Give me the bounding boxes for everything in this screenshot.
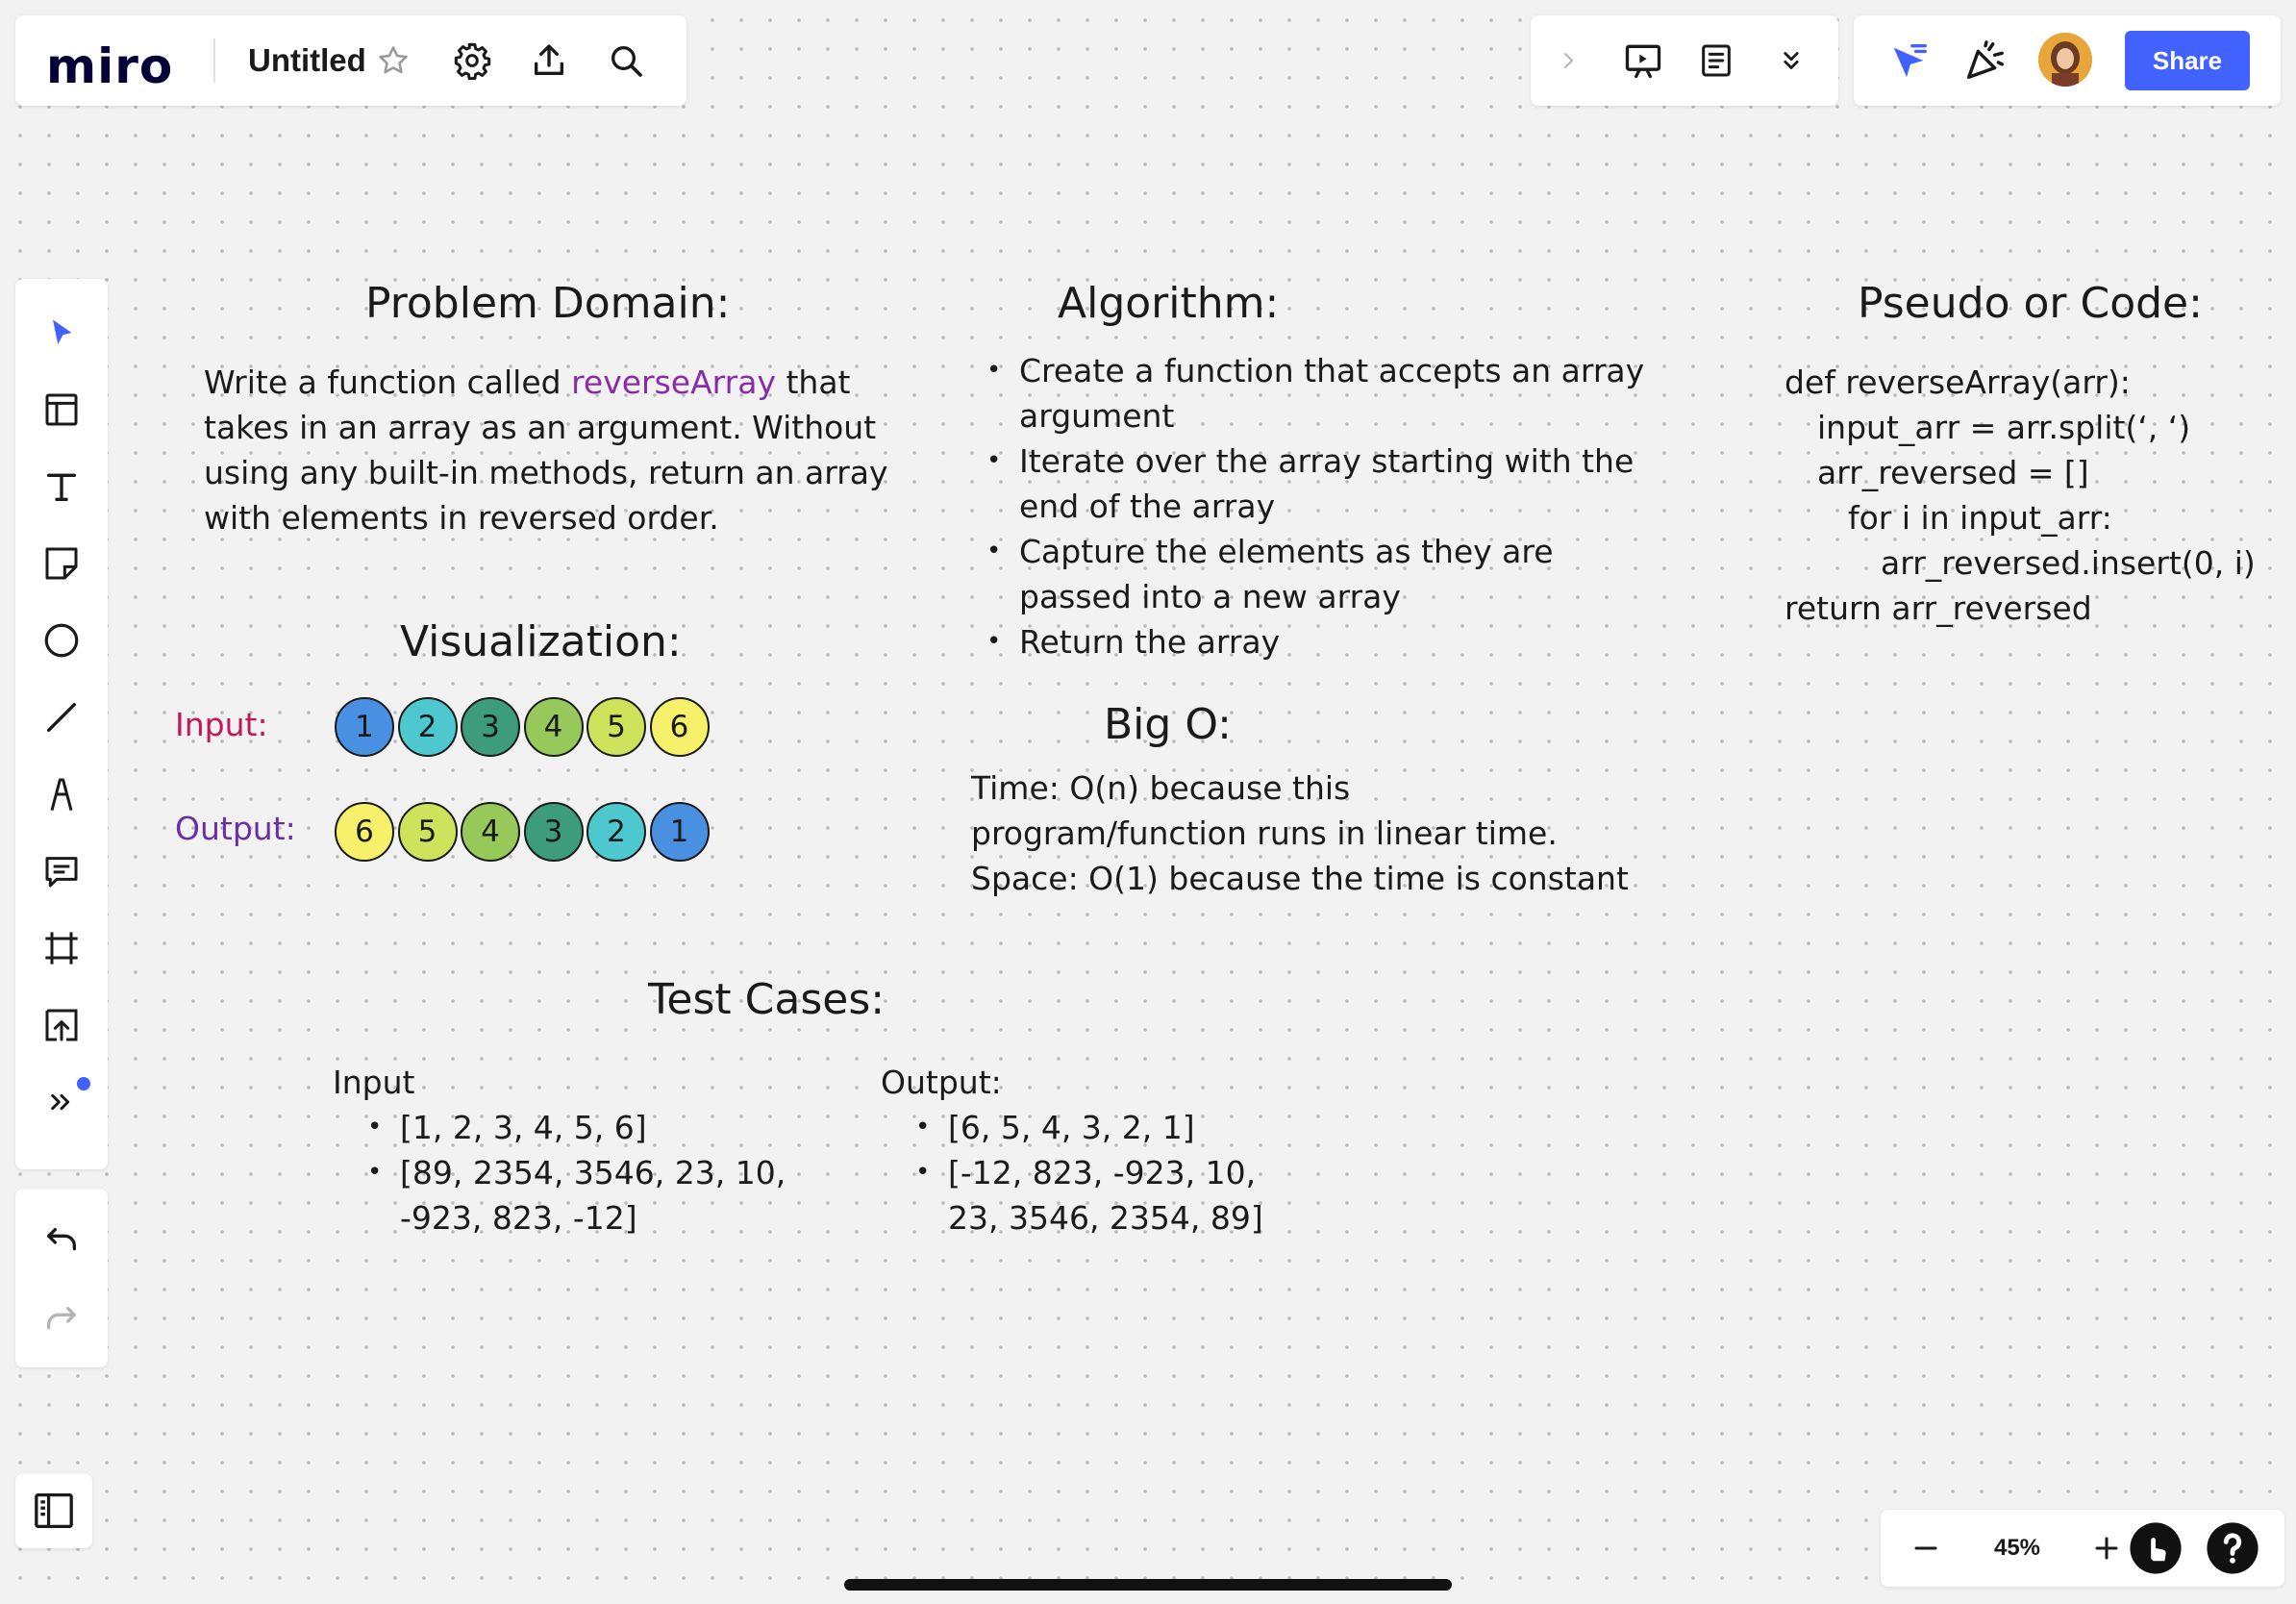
shape-circle-icon[interactable] xyxy=(33,612,90,669)
test-inputs: Input [1, 2, 3, 4, 5, 6] [89, 2354, 3546… xyxy=(333,1060,794,1241)
test-input-heading: Input xyxy=(333,1064,415,1101)
problem-domain-heading: Problem Domain: xyxy=(365,279,731,328)
big-o-text: Time: O(n) because this program/function… xyxy=(971,765,1635,901)
big-o-heading: Big O: xyxy=(1104,700,1233,749)
array-value-circle: 3 xyxy=(523,802,584,862)
topbar-collaboration: Share xyxy=(1854,15,2281,106)
topbar-presentation xyxy=(1531,15,1838,106)
zoom-in-icon[interactable] xyxy=(2081,1522,2133,1574)
share-button[interactable]: Share xyxy=(2125,31,2250,90)
zoom-out-icon[interactable] xyxy=(1900,1522,1952,1574)
algorithm-step: Create a function that accepts an array … xyxy=(986,348,1660,439)
algorithm-heading: Algorithm: xyxy=(1058,279,1280,328)
star-icon[interactable] xyxy=(367,35,419,87)
templates-icon[interactable] xyxy=(33,381,90,439)
code-line: return arr_reversed xyxy=(1784,589,2092,627)
celebration-icon[interactable] xyxy=(1959,35,2011,87)
array-value-circle: 4 xyxy=(461,802,520,862)
zoom-panel: 45% xyxy=(1881,1510,2284,1587)
frames-panel-toggle[interactable] xyxy=(15,1473,92,1548)
array-value-circle: 1 xyxy=(649,802,710,862)
help-icon[interactable] xyxy=(2204,1519,2261,1577)
algorithm-step: Capture the elements as they are passed … xyxy=(986,529,1660,619)
miro-logo[interactable]: miro xyxy=(46,42,173,90)
array-value-circle: 4 xyxy=(523,697,584,757)
code-line: arr_reversed.insert(0, i) xyxy=(1881,544,2256,582)
algorithm-step: Return the array xyxy=(986,619,1660,664)
upload-icon[interactable] xyxy=(523,35,575,87)
code-line: for i in input_arr: xyxy=(1848,499,2112,537)
big-o-space: Space: O(1) because the time is constant xyxy=(971,860,1629,897)
board-title[interactable]: Untitled xyxy=(248,42,366,79)
code-line: arr_reversed = [] xyxy=(1817,454,2089,491)
divider xyxy=(213,38,215,83)
function-name-keyword: reverseArray xyxy=(571,363,776,401)
array-value-circle: 5 xyxy=(397,802,458,862)
cursor-filter-icon[interactable] xyxy=(1883,35,1934,87)
algorithm-list: Create a function that accepts an array … xyxy=(986,348,1660,664)
output-label: Output: xyxy=(175,810,296,847)
array-value-circle: 6 xyxy=(335,802,394,862)
chevrons-down-icon[interactable] xyxy=(1765,35,1817,87)
test-output-item: [6, 5, 4, 3, 2, 1] xyxy=(915,1105,1304,1150)
array-value-circle: 2 xyxy=(586,802,646,862)
frame-icon[interactable] xyxy=(33,919,90,977)
left-toolbar xyxy=(15,279,108,1169)
big-o-time: Time: O(n) because this program/function… xyxy=(971,769,1558,852)
array-value-circle: 6 xyxy=(649,697,710,757)
home-indicator xyxy=(844,1579,1452,1591)
problem-domain-text: Write a function called reverseArray tha… xyxy=(204,360,896,540)
history-panel xyxy=(15,1189,108,1367)
visualization-heading: Visualization: xyxy=(400,617,682,666)
input-label: Input: xyxy=(175,706,268,743)
select-cursor-icon[interactable] xyxy=(33,304,90,362)
array-value-circle: 1 xyxy=(335,697,394,757)
code-line: def reverseArray(arr): xyxy=(1784,363,2131,401)
pen-tool-icon[interactable] xyxy=(33,765,90,823)
array-value-circle: 5 xyxy=(586,697,646,757)
notification-dot xyxy=(77,1077,90,1090)
pseudo-code-block: def reverseArray(arr): input_arr = arr.s… xyxy=(1784,360,2284,631)
test-input-item: [1, 2, 3, 4, 5, 6] xyxy=(367,1105,794,1150)
text-tool-icon[interactable] xyxy=(33,458,90,515)
upload-content-icon[interactable] xyxy=(33,996,90,1054)
chevron-right-icon[interactable] xyxy=(1542,35,1594,87)
test-cases-heading: Test Cases: xyxy=(648,975,886,1024)
test-output-item: [-12, 823, -923, 10, 23, 3546, 2354, 89] xyxy=(915,1150,1304,1241)
redo-icon[interactable] xyxy=(33,1292,90,1350)
hand-tool-icon[interactable] xyxy=(2127,1519,2184,1577)
array-value-circle: 3 xyxy=(461,697,520,757)
sidebar-panel-icon[interactable] xyxy=(15,1473,92,1548)
test-input-item: [89, 2354, 3546, 23, 10, -923, 823, -12] xyxy=(367,1150,794,1241)
comment-icon[interactable] xyxy=(33,842,90,900)
pseudo-code-heading: Pseudo or Code: xyxy=(1858,279,2203,328)
array-value-circle: 2 xyxy=(397,697,458,757)
undo-icon[interactable] xyxy=(33,1214,90,1271)
code-line: input_arr = arr.split(‘, ‘) xyxy=(1817,409,2191,446)
presentation-icon[interactable] xyxy=(1617,35,1669,87)
problem-text-before: Write a function called xyxy=(204,363,572,401)
settings-gear-icon[interactable] xyxy=(446,35,498,87)
test-outputs: Output: [6, 5, 4, 3, 2, 1] [-12, 823, -9… xyxy=(881,1060,1304,1241)
sticky-note-icon[interactable] xyxy=(33,535,90,592)
topbar-left: miro Untitled xyxy=(15,15,686,106)
user-avatar[interactable] xyxy=(2038,33,2092,87)
test-output-heading: Output: xyxy=(881,1064,1002,1101)
zoom-level[interactable]: 45% xyxy=(1961,1510,2073,1587)
search-icon[interactable] xyxy=(600,35,652,87)
algorithm-step: Iterate over the array starting with the… xyxy=(986,439,1660,529)
notes-icon[interactable] xyxy=(1690,35,1742,87)
line-tool-icon[interactable] xyxy=(33,689,90,746)
